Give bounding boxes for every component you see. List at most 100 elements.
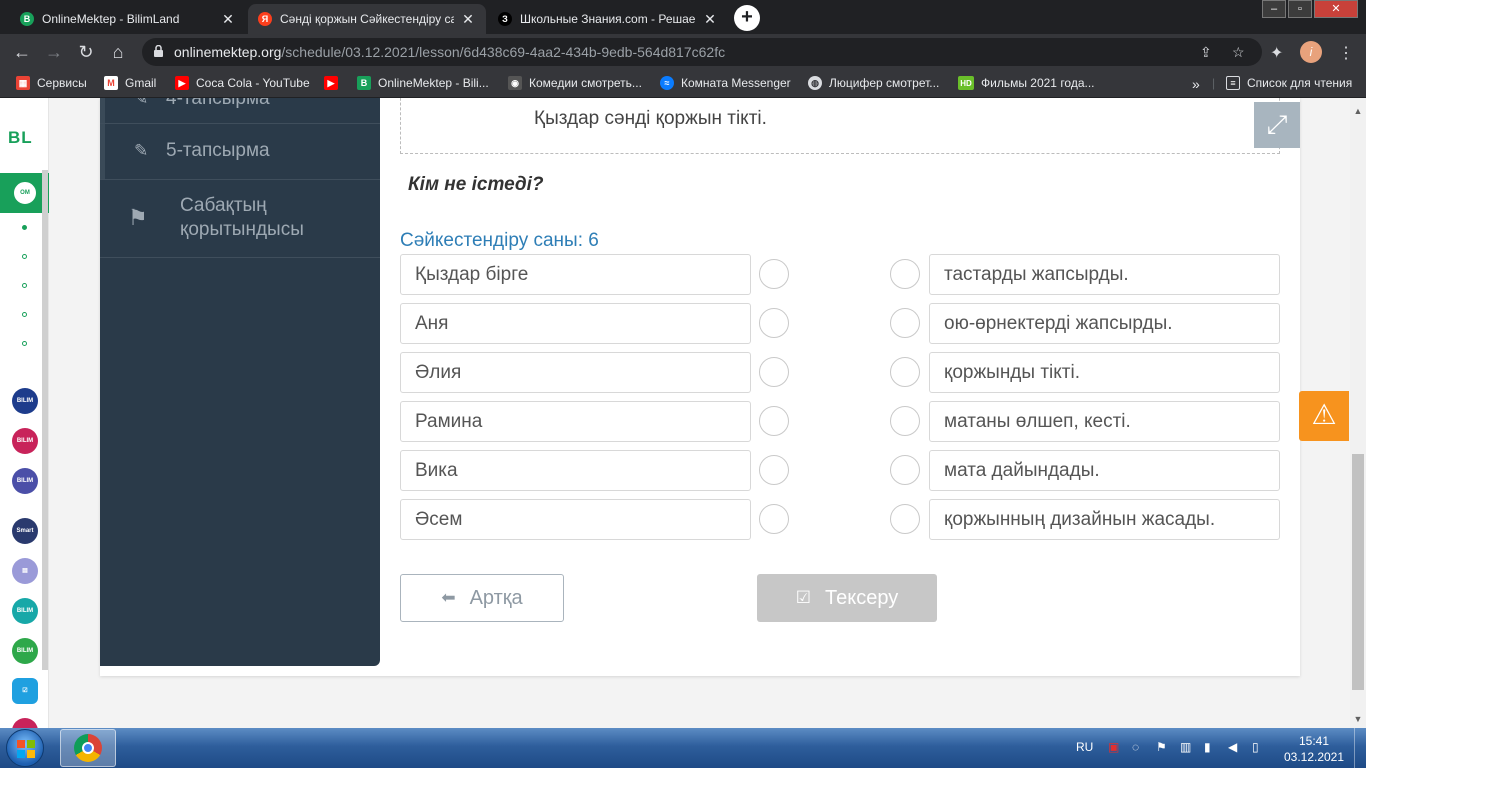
right-match-radio[interactable]: [890, 406, 920, 436]
printer-tray-icon[interactable]: ▥: [1180, 740, 1191, 754]
right-option[interactable]: матаны өлшеп, кесті.: [929, 401, 1280, 442]
reading-list-button[interactable]: ≡ Список для чтения: [1226, 76, 1352, 90]
bookmark-films-2021[interactable]: HD Фильмы 2021 года...: [958, 76, 1095, 90]
sample-sentence: Қыздар сәнді қоржын тікті.: [534, 108, 767, 129]
new-tab-button[interactable]: +: [734, 5, 760, 31]
right-match-radio[interactable]: [890, 357, 920, 387]
start-button[interactable]: [6, 729, 44, 767]
right-option[interactable]: қоржынның дизайнын жасады.: [929, 499, 1280, 540]
clock-date: 03.12.2021: [1283, 750, 1345, 764]
share-icon[interactable]: ⇪: [1200, 44, 1212, 61]
bookmark-star-icon[interactable]: ☆: [1232, 44, 1245, 61]
bookmark-onlinemektep[interactable]: B OnlineMektep - Bili...: [357, 76, 489, 90]
keyboard-app-icon[interactable]: ▤: [12, 558, 38, 584]
bilim-app-icon[interactable]: BILIM: [12, 468, 38, 494]
scroll-up-icon[interactable]: ▲: [1350, 104, 1366, 118]
more-app-icon[interactable]: [12, 718, 38, 728]
tab-onlinemektep[interactable]: B OnlineMektep - BilimLand ✕: [10, 4, 246, 34]
fullscreen-expand-icon[interactable]: ⤢: [1254, 102, 1300, 148]
left-option[interactable]: Қыздар бірге: [400, 254, 751, 295]
left-match-radio[interactable]: [759, 308, 789, 338]
right-option[interactable]: ою-өрнектерді жапсырды.: [929, 303, 1280, 344]
left-option[interactable]: Аня: [400, 303, 751, 344]
tab-sandi-qorzhyn[interactable]: Я Сәнді қоржын Сәйкестендіру са ✕: [248, 4, 486, 34]
forward-arrow-icon[interactable]: →: [44, 42, 64, 62]
reload-icon[interactable]: ↻: [76, 42, 96, 62]
left-option[interactable]: Әлия: [400, 352, 751, 393]
bookmark-coca-cola-youtube[interactable]: ▶ Coca Cola - YouTube: [175, 76, 310, 90]
scroll-down-icon[interactable]: ▼: [1350, 712, 1366, 726]
gmail-icon: M: [104, 76, 118, 90]
left-option[interactable]: Вика: [400, 450, 751, 491]
address-bar[interactable]: onlinemektep.org/schedule/03.12.2021/les…: [142, 38, 1262, 66]
network-tray-icon[interactable]: ◌: [1132, 740, 1139, 754]
tab-znania[interactable]: З Школьные Знания.com - Решае ✕: [488, 4, 728, 34]
taskbar-chrome-button[interactable]: [60, 729, 116, 767]
tab-close-icon[interactable]: ✕: [220, 11, 236, 28]
back-button[interactable]: ⬅ Артқа: [400, 574, 564, 622]
right-match-radio[interactable]: [890, 259, 920, 289]
system-clock[interactable]: 15:41 03.12.2021: [1280, 733, 1348, 765]
left-option[interactable]: Рамина: [400, 401, 751, 442]
bookmark-gmail[interactable]: M Gmail: [104, 76, 156, 90]
right-option[interactable]: қоржынды тікті.: [929, 352, 1280, 393]
smart-nation-icon[interactable]: Smart: [12, 518, 38, 544]
right-match-radio[interactable]: [890, 455, 920, 485]
action-center-flag-icon[interactable]: ⚑: [1156, 740, 1167, 754]
section-dot[interactable]: [22, 283, 27, 288]
home-icon[interactable]: ⌂: [108, 42, 128, 62]
bilimland-app-sidebar: BL OM BILIM BILIM BILIM Smart ▤ BILIM BI…: [0, 98, 49, 728]
signal-bars-icon[interactable]: ▮: [1204, 740, 1211, 754]
bookmark-youtube[interactable]: ▶: [324, 76, 345, 90]
sidenav-item-label: 5-тапсырма: [166, 140, 270, 161]
left-match-radio[interactable]: [759, 504, 789, 534]
bilim-land-icon[interactable]: BILIM: [12, 638, 38, 664]
check-button[interactable]: ☑ Тексеру: [757, 574, 937, 622]
bookmark-label: Coca Cola - YouTube: [196, 76, 310, 90]
bookmark-comedies[interactable]: ◉ Комедии смотреть...: [508, 76, 642, 90]
back-arrow-icon[interactable]: ←: [12, 42, 32, 62]
left-match-radio[interactable]: [759, 406, 789, 436]
show-desktop-button[interactable]: [1354, 728, 1366, 768]
bookmark-label: Фильмы 2021 года...: [981, 76, 1095, 90]
right-option[interactable]: тастарды жапсырды.: [929, 254, 1280, 295]
right-option[interactable]: мата дайындады.: [929, 450, 1280, 491]
task-app-icon[interactable]: ☑: [12, 678, 38, 704]
left-match-radio[interactable]: [759, 455, 789, 485]
bookmark-lucifer[interactable]: ◍ Люцифер смотрет...: [808, 76, 939, 90]
chrome-menu-icon[interactable]: ⋮: [1338, 43, 1354, 63]
warning-report-icon[interactable]: ⚠: [1299, 391, 1349, 441]
section-dot[interactable]: [22, 341, 27, 346]
more-bookmarks-button[interactable]: »: [1192, 76, 1200, 92]
extensions-puzzle-icon[interactable]: ✦: [1270, 43, 1283, 63]
right-match-radio[interactable]: [890, 504, 920, 534]
page-scrollbar-thumb[interactable]: [1352, 454, 1364, 690]
lesson-sidenav: ✎ 4-тапсырма ✎ 5-тапсырма ⚑ Сабақтың қор…: [100, 98, 380, 666]
window-close-icon[interactable]: ✕: [1314, 0, 1358, 18]
left-match-radio[interactable]: [759, 259, 789, 289]
battery-icon[interactable]: ▯: [1252, 740, 1259, 754]
profile-avatar[interactable]: i: [1300, 41, 1322, 63]
minimize-icon[interactable]: –: [1262, 0, 1286, 18]
section-dot[interactable]: [22, 254, 27, 259]
section-dot[interactable]: [22, 225, 27, 230]
bookmark-services[interactable]: ▦ Сервисы: [16, 76, 87, 90]
bilim-tutor-icon[interactable]: BILIM: [12, 388, 38, 414]
sidenav-item-summary[interactable]: ⚑ Сабақтың қорытындысы: [128, 194, 350, 242]
sidenav-item-task-5[interactable]: ✎ 5-тапсырма: [134, 140, 270, 162]
bilim-media-icon[interactable]: BILIM: [12, 598, 38, 624]
left-option[interactable]: Әсем: [400, 499, 751, 540]
maximize-icon[interactable]: ▫: [1288, 0, 1312, 18]
pdf-tray-icon[interactable]: ▣: [1108, 740, 1119, 754]
section-dot[interactable]: [22, 312, 27, 317]
tab-close-icon[interactable]: ✕: [702, 11, 718, 28]
volume-icon[interactable]: ◀: [1228, 740, 1237, 754]
bookmark-messenger[interactable]: ≈ Комната Messenger: [660, 76, 791, 90]
tab-close-icon[interactable]: ✕: [460, 11, 476, 28]
language-indicator[interactable]: RU: [1076, 740, 1093, 754]
sidenav-item-task-4[interactable]: ✎ 4-тапсырма: [134, 98, 270, 110]
bilim-shop-icon[interactable]: BILIM: [12, 428, 38, 454]
sidebar-scrollbar[interactable]: [42, 170, 48, 670]
right-match-radio[interactable]: [890, 308, 920, 338]
left-match-radio[interactable]: [759, 357, 789, 387]
